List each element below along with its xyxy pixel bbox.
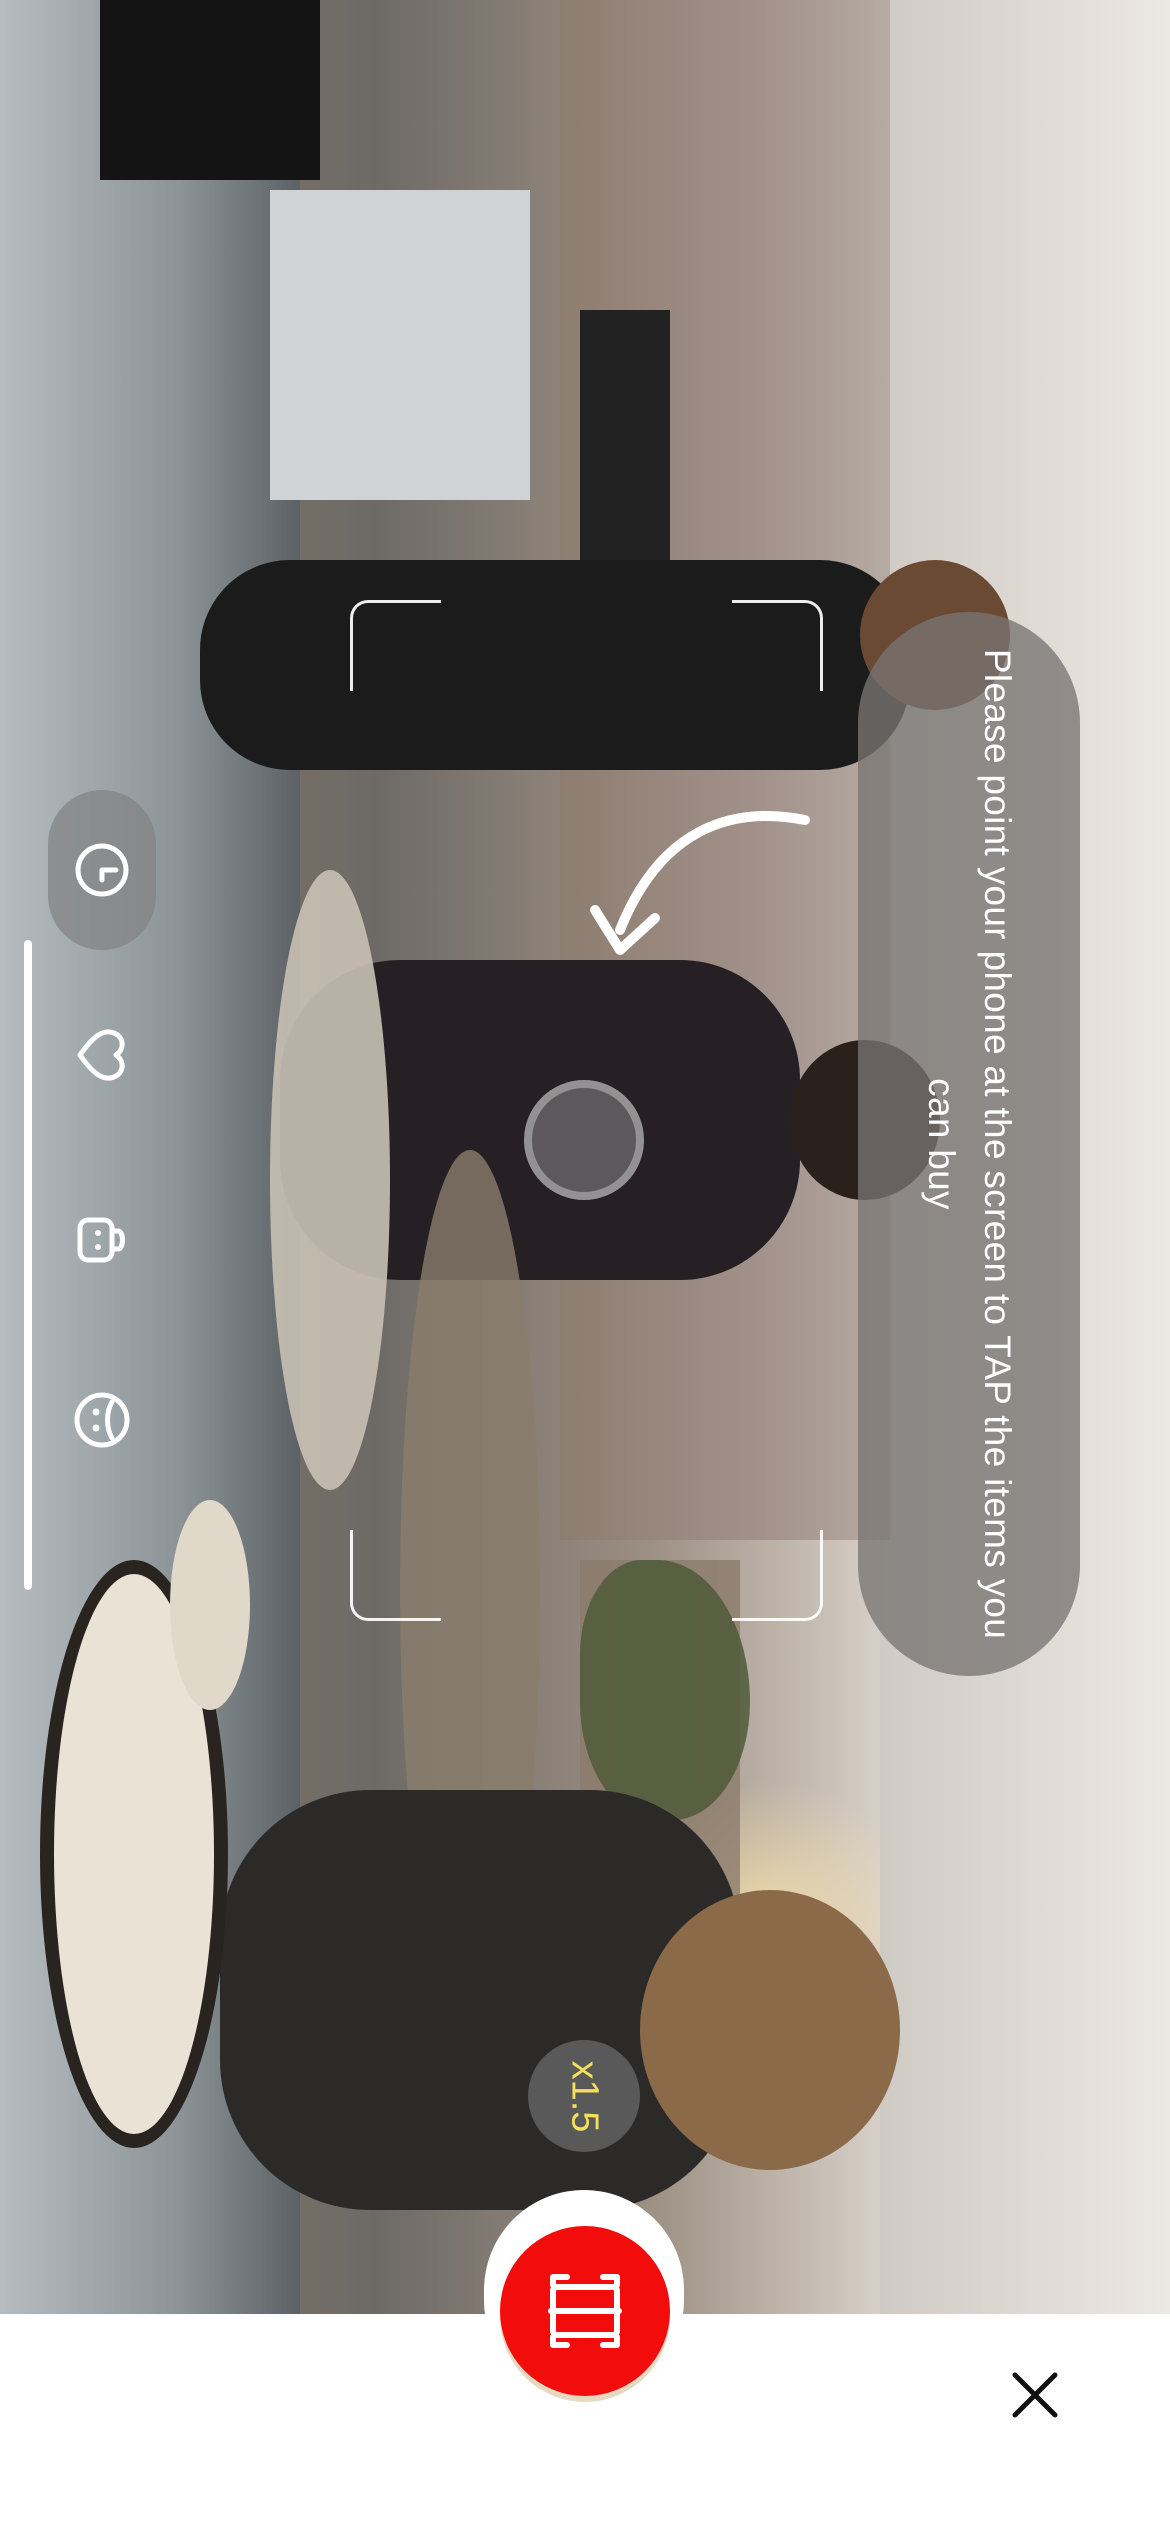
scan-shutter-button[interactable]	[500, 2226, 670, 2396]
close-icon	[1012, 2372, 1058, 2418]
feed-drummer-head	[640, 1890, 900, 2170]
shopping-bag-button[interactable]	[48, 1160, 156, 1320]
tap-target-indicator[interactable]	[524, 1080, 644, 1200]
zoom-button[interactable]: x1.5	[528, 2040, 640, 2152]
scan-frame-corner	[350, 600, 441, 691]
favorites-button[interactable]	[48, 975, 156, 1135]
close-button[interactable]	[995, 2355, 1075, 2435]
feed-tom-drum	[170, 1500, 250, 1710]
hint-bubble: Please point your phone at the screen to…	[858, 612, 1080, 1676]
history-icon	[75, 843, 129, 897]
feed-cymbal	[270, 870, 390, 1490]
scan-frame-corner	[732, 600, 823, 691]
scan-frame-corner	[350, 1530, 441, 1621]
scan-frame-corner	[732, 1530, 823, 1621]
shopping-bag-icon	[77, 1217, 125, 1263]
feed-ac-unit	[270, 190, 530, 500]
feed-building	[560, 0, 890, 1540]
face-button[interactable]	[48, 1340, 156, 1500]
curved-arrow-icon	[590, 810, 810, 955]
camera-feed[interactable]: Please point your phone at the screen to…	[0, 0, 1170, 2315]
history-button[interactable]	[48, 790, 156, 950]
scan-icon	[548, 2274, 622, 2348]
feed-amplifier	[100, 0, 320, 180]
face-icon	[74, 1392, 130, 1448]
hint-text: Please point your phone at the screen to…	[921, 648, 1018, 1640]
heart-icon	[77, 1029, 125, 1081]
toolbar-rail	[24, 940, 32, 1590]
zoom-level-label: x1.5	[563, 2060, 606, 2132]
